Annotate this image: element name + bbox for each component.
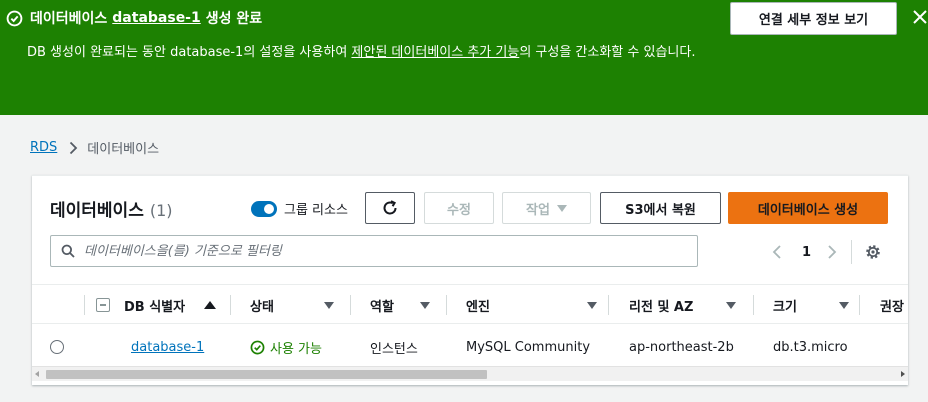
group-resources-toggle[interactable]: 그룹 리소스 (251, 199, 348, 218)
scroll-right-icon[interactable] (901, 371, 905, 377)
column-role[interactable]: 역할 (370, 285, 430, 325)
check-circle-icon (6, 10, 23, 26)
row-select-radio[interactable] (50, 326, 64, 368)
role-text: 인스턴스 (370, 341, 418, 357)
caret-down-icon (420, 301, 430, 309)
filter-box (50, 235, 698, 267)
table-row[interactable]: database-1 사용 가능 인스턴스 MySQL Community ap… (32, 326, 908, 368)
refresh-button[interactable] (365, 192, 415, 224)
status-available: 사용 가능 (250, 338, 322, 357)
pagination: 1 (772, 240, 882, 264)
select-all-checkbox[interactable] (96, 298, 110, 312)
caret-down-icon (556, 204, 567, 212)
column-db-id-label: DB 식별자 (124, 299, 186, 315)
column-divider (84, 295, 85, 315)
banner-title-prefix: 데이터베이스 (30, 11, 108, 27)
gear-icon[interactable] (864, 243, 882, 261)
horizontal-scrollbar[interactable] (32, 366, 908, 381)
caret-down-icon (324, 301, 334, 309)
cell-size: db.t3.micro (773, 326, 848, 368)
caret-down-icon (587, 301, 597, 309)
table-header: DB 식별자 상태 역할 엔진 리전 및 AZ 크기 권장 (32, 284, 908, 324)
success-banner: 데이터베이스 database-1 생성 완료 DB 생성이 완료되는 동안 d… (0, 0, 928, 115)
panel-title: 데이터베이스 (1) (50, 196, 173, 221)
region-text: ap-northeast-2b (629, 339, 734, 355)
status-text: 사용 가능 (270, 341, 322, 357)
column-divider (753, 295, 754, 315)
column-engine[interactable]: 엔진 (466, 285, 597, 325)
edit-button[interactable]: 수정 (424, 192, 494, 224)
column-recommend-label: 권장 (880, 299, 904, 315)
breadcrumb: RDS 데이터베이스 (30, 138, 159, 157)
cell-status: 사용 가능 (250, 326, 322, 368)
scroll-left-icon[interactable] (35, 371, 39, 377)
scrollbar-thumb[interactable] (46, 370, 487, 379)
breadcrumb-current: 데이터베이스 (87, 142, 160, 157)
sort-ascending-icon (204, 301, 216, 309)
page-number[interactable]: 1 (802, 245, 811, 260)
panel-count: (1) (149, 201, 173, 220)
radio-button[interactable] (50, 340, 64, 354)
column-size-label: 크기 (773, 299, 797, 315)
column-role-label: 역할 (370, 299, 394, 315)
suggested-addons-link[interactable]: 제안된 데이터베이스 추가 기능 (351, 45, 519, 60)
refresh-icon (383, 200, 397, 215)
check-circle-icon (250, 340, 265, 354)
chevron-left-icon[interactable] (772, 244, 782, 260)
banner-title-suffix: 생성 완료 (205, 11, 263, 27)
databases-panel: 데이터베이스 (1) 그룹 리소스 수정 작업 S3에서 복원 데이터베이스 생… (32, 175, 908, 385)
view-connection-details-button[interactable]: 연결 세부 정보 보기 (730, 2, 897, 35)
column-region-label: 리전 및 AZ (629, 299, 694, 315)
close-icon[interactable] (912, 9, 928, 25)
caret-down-icon (839, 301, 849, 309)
column-size[interactable]: 크기 (773, 285, 849, 325)
banner-message-part1: DB 생성이 완료되는 동안 database-1의 설정을 사용하여 (27, 45, 352, 60)
cell-role: 인스턴스 (370, 326, 418, 368)
column-divider (350, 295, 351, 315)
banner-message-part2: 의 구성을 간소화할 수 있습니다. (519, 45, 696, 60)
column-region[interactable]: 리전 및 AZ (629, 285, 736, 325)
column-recommend[interactable]: 권장 (880, 285, 908, 325)
db-id-link[interactable]: database-1 (131, 340, 204, 355)
chevron-right-icon[interactable] (827, 244, 837, 260)
filter-input[interactable] (84, 243, 644, 259)
engine-text: MySQL Community (466, 339, 591, 355)
caret-down-icon (726, 301, 736, 309)
pager-divider (851, 240, 853, 264)
breadcrumb-rds-link[interactable]: RDS (30, 140, 57, 155)
toggle-switch[interactable] (251, 200, 277, 217)
chevron-right-icon (70, 141, 78, 154)
column-status[interactable]: 상태 (250, 285, 334, 325)
panel-title-text: 데이터베이스 (50, 201, 144, 221)
cell-db-id[interactable]: database-1 (131, 326, 204, 368)
actions-button[interactable]: 작업 (502, 192, 591, 224)
create-database-button[interactable]: 데이터베이스 생성 (728, 192, 888, 224)
column-divider (230, 295, 231, 315)
column-divider (446, 295, 447, 315)
column-divider (608, 295, 609, 315)
group-resources-label: 그룹 리소스 (284, 203, 348, 218)
search-icon (61, 244, 75, 258)
cell-region: ap-northeast-2b (629, 326, 734, 368)
banner-db-link[interactable]: database-1 (112, 10, 200, 26)
size-text: db.t3.micro (773, 339, 848, 355)
banner-title: 데이터베이스 database-1 생성 완료 (6, 8, 262, 28)
cell-engine: MySQL Community (466, 326, 590, 368)
column-divider (859, 295, 860, 315)
banner-message: DB 생성이 완료되는 동안 database-1의 설정을 사용하여 제안된 … (27, 42, 727, 64)
column-engine-label: 엔진 (466, 299, 490, 315)
actions-label: 작업 (526, 202, 550, 218)
restore-from-s3-button[interactable]: S3에서 복원 (600, 192, 721, 224)
column-status-label: 상태 (250, 299, 274, 315)
column-db-id[interactable]: DB 식별자 (124, 285, 216, 325)
